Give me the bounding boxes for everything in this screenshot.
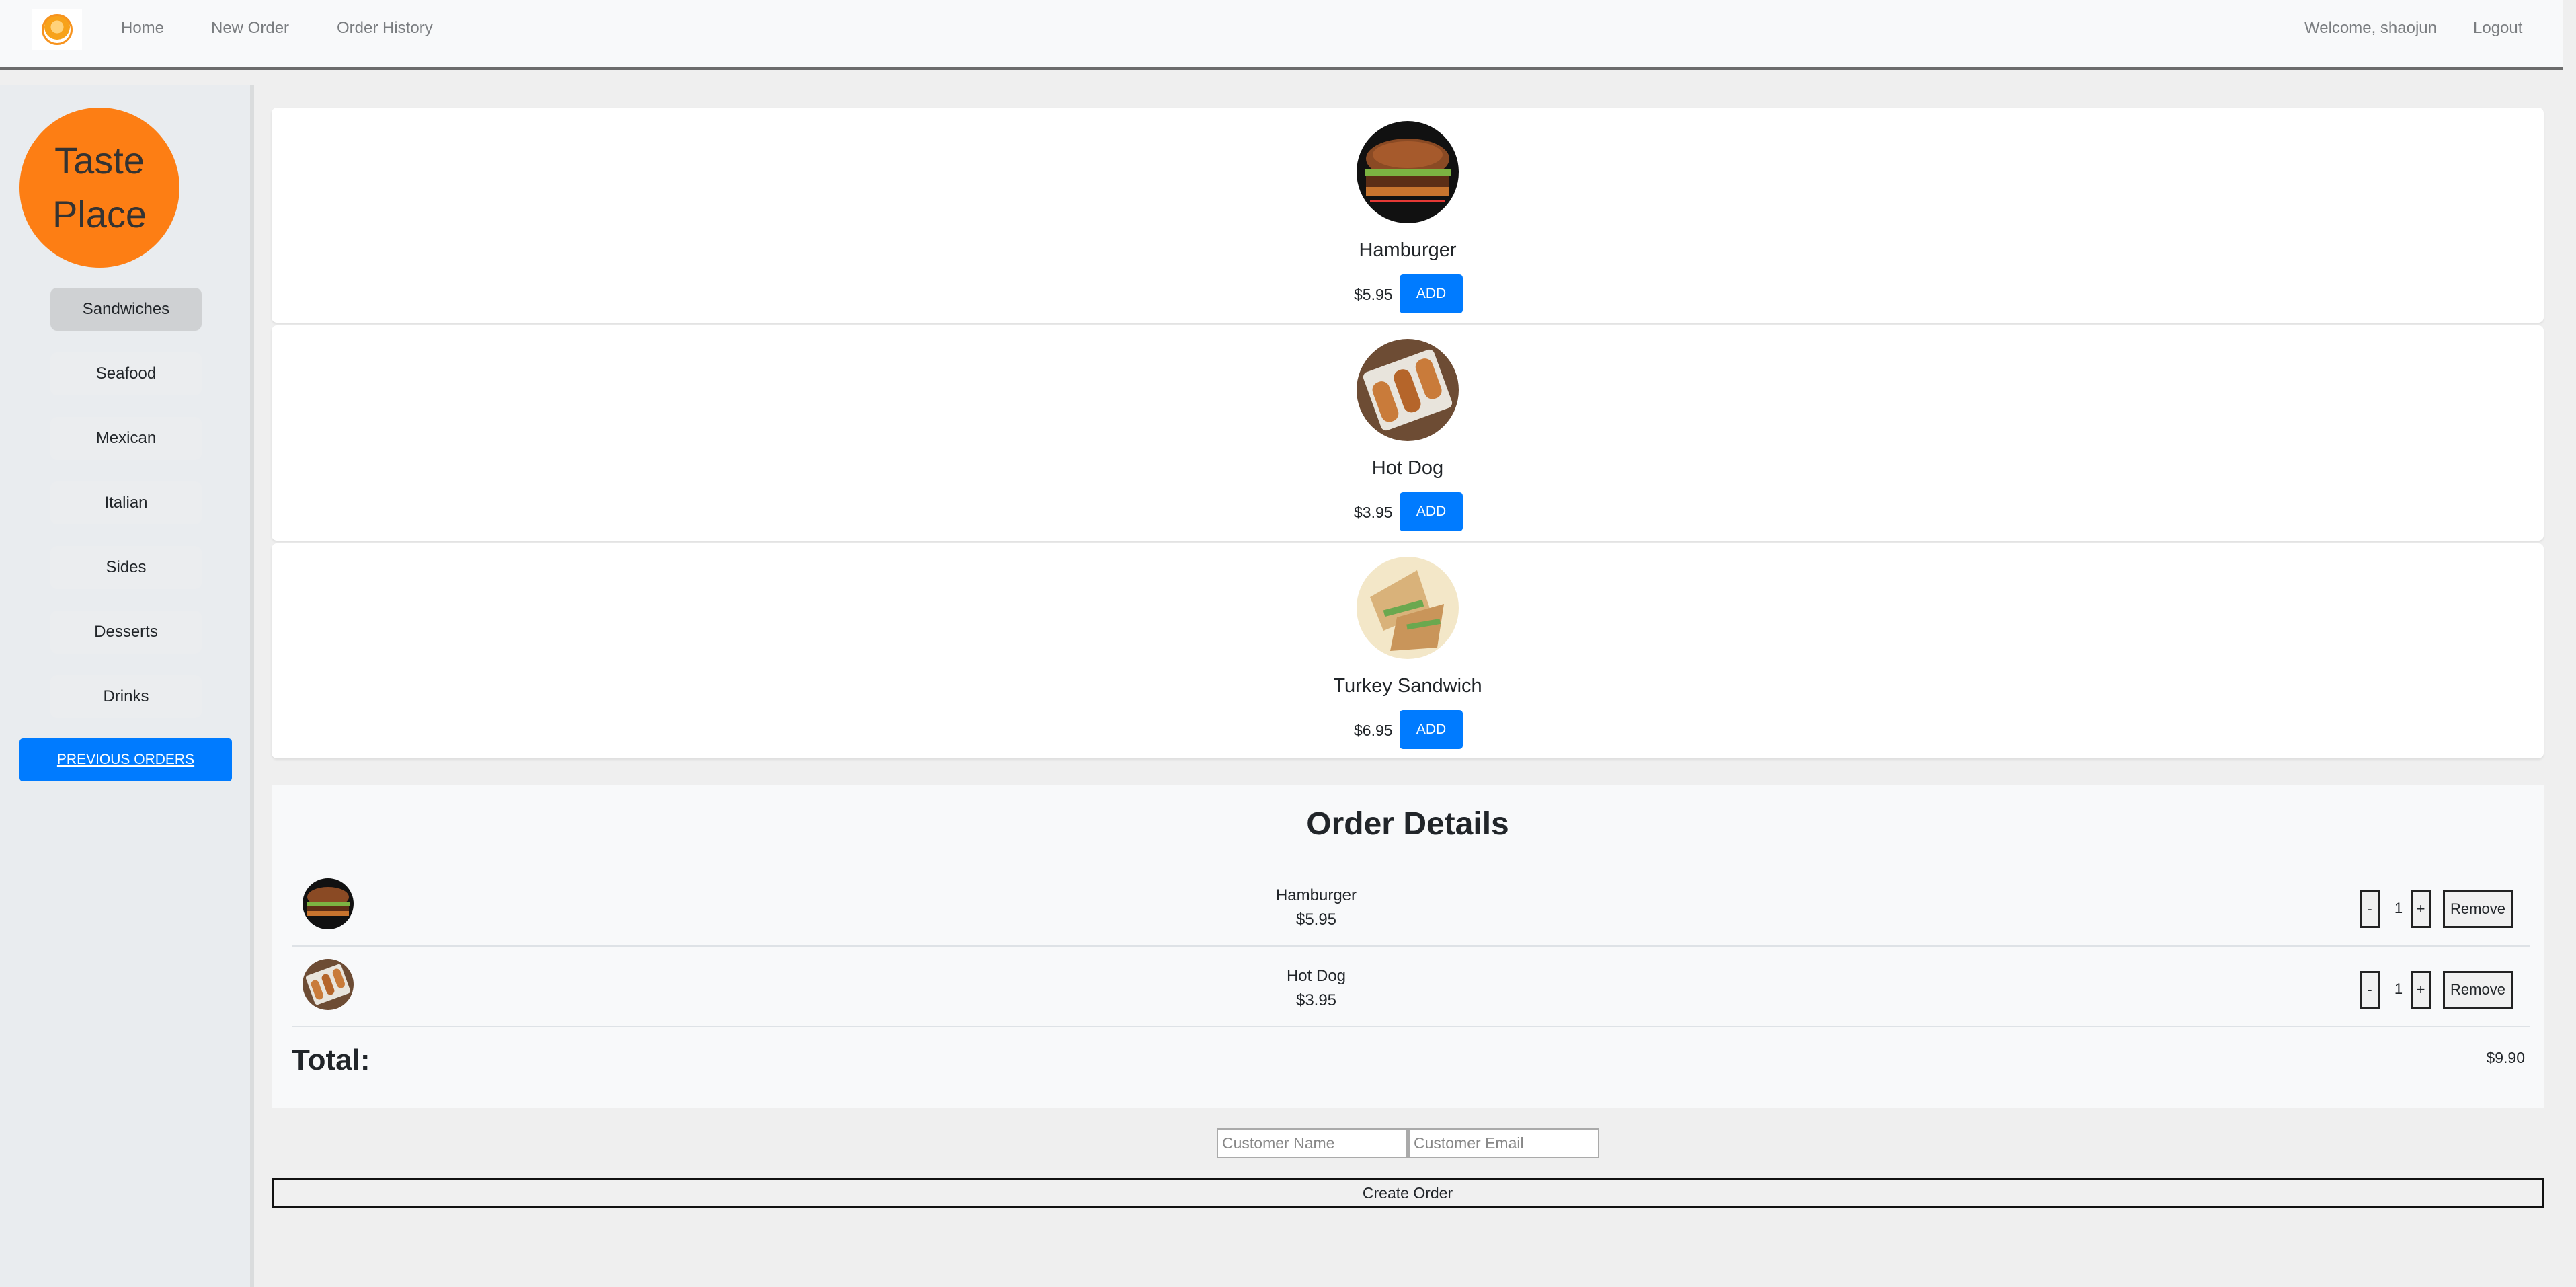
category-desserts[interactable]: Desserts xyxy=(50,611,202,654)
order-row: Hamburger $5.95 - 1 + Remove xyxy=(292,866,2530,947)
menu-item-name: Turkey Sandwich xyxy=(1333,675,1482,697)
menu-item-price: $5.95 xyxy=(1354,286,1393,303)
hotdog-image xyxy=(1357,339,1459,441)
category-drinks[interactable]: Drinks xyxy=(50,675,202,718)
scrollbar[interactable] xyxy=(2563,0,2576,1287)
nav-order-history[interactable]: Order History xyxy=(337,19,433,38)
brand-logo[interactable] xyxy=(32,9,82,50)
taste-place-logo: Taste Place xyxy=(19,108,179,268)
order-item-name: Hamburger xyxy=(1275,886,1357,904)
order-item-info: Hamburger $5.95 xyxy=(1249,884,1383,932)
order-row: Hot Dog $3.95 - 1 + Remove xyxy=(292,947,2530,1027)
welcome-text: Welcome, shaojun xyxy=(2304,19,2437,37)
category-sandwiches[interactable]: Sandwiches xyxy=(50,288,202,331)
menu-item-price: $3.95 xyxy=(1354,504,1393,521)
decrease-qty-button[interactable]: - xyxy=(2360,890,2380,928)
order-item-price: $3.95 xyxy=(1295,991,1337,1009)
order-details-panel: Order Details Hamburger $5.95 - 1 + Remo… xyxy=(272,785,2544,1108)
menu-item-price: $6.95 xyxy=(1354,722,1393,739)
remove-item-button[interactable]: Remove xyxy=(2443,971,2513,1009)
add-turkey-sandwich-button[interactable]: ADD xyxy=(1400,710,1463,749)
hotdog-thumbnail xyxy=(303,959,354,1010)
menu-item-card: Hamburger $5.95 ADD xyxy=(272,108,2544,323)
nav-new-order[interactable]: New Order xyxy=(211,19,289,38)
menu-item-name: Hot Dog xyxy=(1371,457,1444,479)
qty-value: 1 xyxy=(2394,900,2403,916)
total-label: Total: xyxy=(292,1044,370,1077)
add-hamburger-button[interactable]: ADD xyxy=(1400,274,1463,313)
menu-item-card: Turkey Sandwich $6.95 ADD xyxy=(272,543,2544,758)
logo-line-1: Taste xyxy=(54,139,145,182)
order-item-name: Hot Dog xyxy=(1286,967,1346,985)
hamburger-image xyxy=(1357,121,1459,223)
customer-name-input[interactable] xyxy=(1217,1128,1408,1158)
order-item-price: $5.95 xyxy=(1295,910,1337,929)
menu-item-card: Hot Dog $3.95 ADD xyxy=(272,325,2544,541)
restaurant-logo-icon xyxy=(42,14,73,45)
category-italian[interactable]: Italian xyxy=(50,481,202,524)
create-order-button[interactable]: Create Order xyxy=(272,1178,2544,1208)
category-mexican[interactable]: Mexican xyxy=(50,417,202,460)
menu-item-name: Hamburger xyxy=(1359,239,1457,261)
order-details-title: Order Details xyxy=(1306,806,1509,842)
order-item-info: Hot Dog $3.95 xyxy=(1249,964,1383,1013)
decrease-qty-button[interactable]: - xyxy=(2360,971,2380,1009)
add-hotdog-button[interactable]: ADD xyxy=(1400,492,1463,531)
category-seafood[interactable]: Seafood xyxy=(50,352,202,395)
nav-logout[interactable]: Logout xyxy=(2473,19,2522,38)
category-sides[interactable]: Sides xyxy=(50,546,202,589)
qty-value: 1 xyxy=(2394,980,2403,997)
customer-email-input[interactable] xyxy=(1408,1128,1599,1158)
logo-line-2: Place xyxy=(52,193,147,235)
previous-orders-button[interactable]: PREVIOUS ORDERS xyxy=(19,738,232,781)
hamburger-thumbnail xyxy=(303,878,354,929)
increase-qty-button[interactable]: + xyxy=(2411,890,2431,928)
nav-home[interactable]: Home xyxy=(121,19,164,38)
total-value: $9.90 xyxy=(2486,1049,2525,1066)
top-navbar: Home New Order Order History Welcome, sh… xyxy=(0,0,2563,70)
increase-qty-button[interactable]: + xyxy=(2411,971,2431,1009)
remove-item-button[interactable]: Remove xyxy=(2443,890,2513,928)
turkey-sandwich-image xyxy=(1357,557,1459,659)
category-sidebar: Taste Place Sandwiches Seafood Mexican I… xyxy=(0,85,254,1287)
